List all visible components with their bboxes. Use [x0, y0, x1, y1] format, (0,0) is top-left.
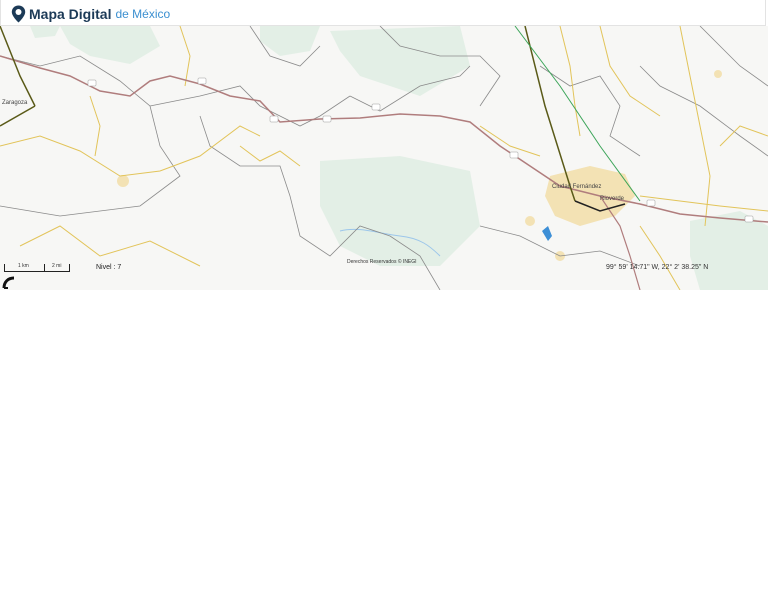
logo-title: Mapa Digital — [29, 6, 112, 22]
scale-bar-line — [4, 269, 70, 272]
place-label-zaragoza: Zaragoza — [2, 100, 28, 106]
zoom-level-label: Nivel : 7 — [96, 264, 122, 271]
app-header: Mapa Digital de México — [0, 0, 766, 26]
scale-bar: 1 km 2 mi — [4, 263, 74, 275]
place-label-rioverde: Rioverde — [600, 196, 625, 202]
map-credits: Derechos Reservados © INEGI — [347, 259, 417, 265]
compass-rotate-icon[interactable] — [2, 276, 16, 290]
map-pin-icon — [11, 5, 26, 23]
app-logo[interactable]: Mapa Digital de México — [11, 4, 170, 24]
map-canvas[interactable] — [0, 26, 768, 290]
place-label-ciudad-fernandez: Ciudad Fernández — [552, 184, 602, 190]
scale-tick-mid — [44, 264, 45, 272]
logo-subtitle: de México — [115, 7, 171, 21]
map-viewport[interactable]: Zaragoza Ciudad Fernández Rioverde 1 km … — [0, 26, 768, 290]
scale-tick-end — [69, 264, 70, 272]
cursor-coordinates: 99° 59' 14.71" W, 22° 2' 38.25" N — [606, 264, 709, 271]
scale-label-km: 1 km — [18, 263, 29, 269]
scale-tick-start — [4, 264, 5, 272]
scale-label-mi: 2 mi — [52, 263, 62, 269]
